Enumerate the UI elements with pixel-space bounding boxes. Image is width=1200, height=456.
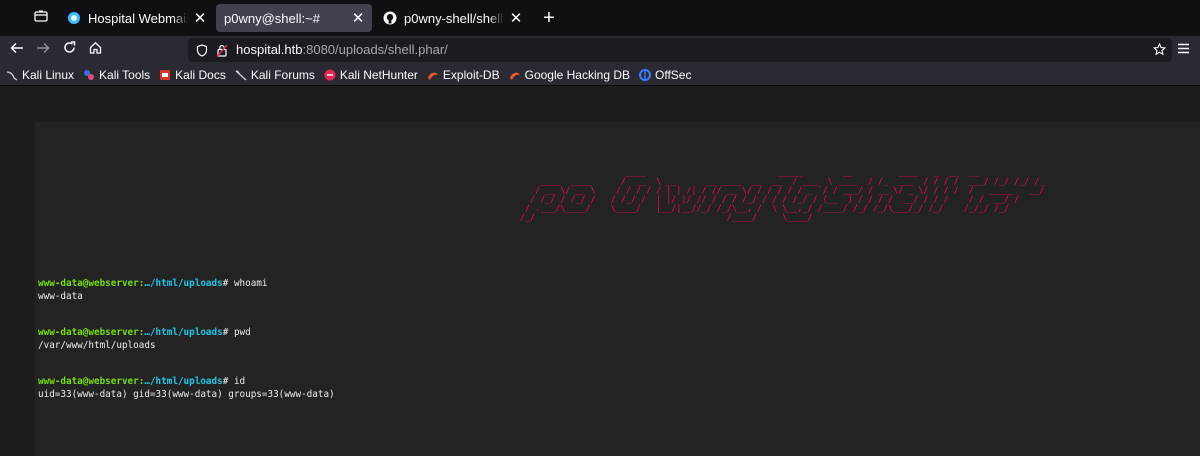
nethunter-icon [324,69,336,81]
bookmark-offsec[interactable]: OffSec [639,68,691,82]
bookmark-kali-tools[interactable]: Kali Tools [83,68,150,82]
offsec-icon [639,68,651,81]
hamburger-menu-icon [1177,41,1190,59]
bookmark-label: Kali Docs [175,67,226,82]
tab-hospital-webmail[interactable]: Hospital Webmail :: Welc ✕ [58,4,214,32]
bookmark-kali-linux[interactable]: Kali Linux [6,68,74,82]
home-icon [89,41,102,59]
command-block: www-data@webserver:…/html/uploads# pwd/v… [38,327,335,352]
bookmark-exploit-db[interactable]: Exploit-DB [427,68,500,82]
address-bar[interactable]: hospital.htb:8080/uploads/shell.phar/ [188,38,1172,62]
bookmark-label: Kali Forums [250,67,315,82]
shield-icon[interactable] [196,43,208,57]
kali-forums-icon [235,69,247,81]
new-tab-button[interactable]: + [534,3,564,33]
bookmark-star-icon[interactable] [1153,43,1166,56]
bookmark-kali-nethunter[interactable]: Kali NetHunter [324,68,418,82]
home-button[interactable] [82,37,108,63]
list-all-tabs-icon [34,9,48,27]
tab-title: p0wny@shell:~# [224,10,320,26]
bookmark-kali-forums[interactable]: Kali Forums [235,68,315,82]
bookmark-label: Kali Tools [99,67,151,82]
prompt-path: …/html/uploads [144,327,223,338]
app-menu-button[interactable] [1170,37,1196,63]
command-output: uid=33(www-data) gid=33(www-data) groups… [38,388,335,400]
command-text: pwd [233,327,251,338]
bookmarks-toolbar: Kali Linux Kali Tools Kali Docs Kali For… [0,64,1200,86]
tab-title: Hospital Webmail :: Welc [88,10,188,26]
bookmark-google-hacking-db[interactable]: Google Hacking DB [509,68,630,82]
prompt-path: …/html/uploads [144,278,223,289]
tab-p0wny-shell[interactable]: p0wny@shell:~# ✕ [216,4,372,32]
prompt-char: # [222,327,234,338]
prompt-user-host: www-data@webserver: [38,327,145,338]
shell-terminal[interactable]: ____ _____ __ ____ _ __ __ ____ ____ / _… [35,122,1200,456]
url-path: :8080/uploads/shell.phar/ [302,42,448,57]
close-tab-icon[interactable]: ✕ [508,10,524,27]
reload-button[interactable] [56,37,82,63]
reload-icon [63,41,76,59]
prompt-user-host: www-data@webserver: [38,278,145,289]
prompt-line: www-data@webserver:…/html/uploads# pwd [38,327,335,340]
prompt-char: # [222,278,234,289]
kali-docs-icon [159,69,171,81]
close-tab-icon[interactable]: ✕ [350,10,366,27]
prompt-line: www-data@webserver:…/html/uploads# whoam… [38,278,335,291]
plus-icon: + [543,6,555,29]
command-text: whoami [233,278,268,289]
forward-button[interactable] [30,37,56,63]
close-tab-icon[interactable]: ✕ [192,10,208,27]
bookmark-kali-docs[interactable]: Kali Docs [159,68,226,82]
url-host: hospital.htb [236,42,303,57]
navigation-toolbar: hospital.htb:8080/uploads/shell.phar/ [0,36,1200,64]
page-viewport: ____ _____ __ ____ _ __ __ ____ ____ / _… [0,87,1200,456]
command-output: /var/www/html/uploads [38,339,156,351]
exploit-db-icon [427,69,439,81]
back-button[interactable] [4,37,30,63]
kali-icon [6,69,18,81]
arrow-left-icon [10,41,24,59]
tab-github-p0wny[interactable]: p0wny-shell/shell.php at ✕ [374,4,530,32]
bookmark-label: OffSec [655,67,692,82]
prompt-path: …/html/uploads [144,376,223,387]
bookmark-label: Google Hacking DB [524,67,630,82]
command-block: www-data@webserver:…/html/uploads# id uid… [38,376,335,401]
command-block: www-data@webserver:…/html/uploads# whoam… [38,278,335,303]
bookmark-label: Kali NetHunter [339,67,418,82]
tab-list-button[interactable] [24,0,58,36]
terminal-output: www-data@webserver:…/html/uploads# whoam… [38,278,335,425]
prompt-char: # [222,376,234,387]
ghdb-icon [509,69,521,81]
github-icon [382,10,398,26]
tab-title: p0wny-shell/shell.php at [404,10,504,26]
roundcube-icon [66,10,82,26]
p0wny-shell-ascii-banner: ____ _____ __ ____ _ __ __ ____ ____ / _… [520,167,1045,222]
bookmark-label: Exploit-DB [442,67,500,82]
url-text[interactable]: hospital.htb:8080/uploads/shell.phar/ [236,41,448,59]
insecure-lock-icon[interactable] [216,44,228,57]
arrow-right-icon [36,41,50,59]
kali-tools-icon [83,69,95,81]
command-output: www-data [38,290,83,302]
prompt-line: www-data@webserver:…/html/uploads# id [38,376,335,389]
tab-strip: Hospital Webmail :: Welc ✕ p0wny@shell:~… [0,0,1200,36]
command-text: id [233,376,246,387]
prompt-user-host: www-data@webserver: [38,376,145,387]
bookmark-label: Kali Linux [22,67,75,82]
